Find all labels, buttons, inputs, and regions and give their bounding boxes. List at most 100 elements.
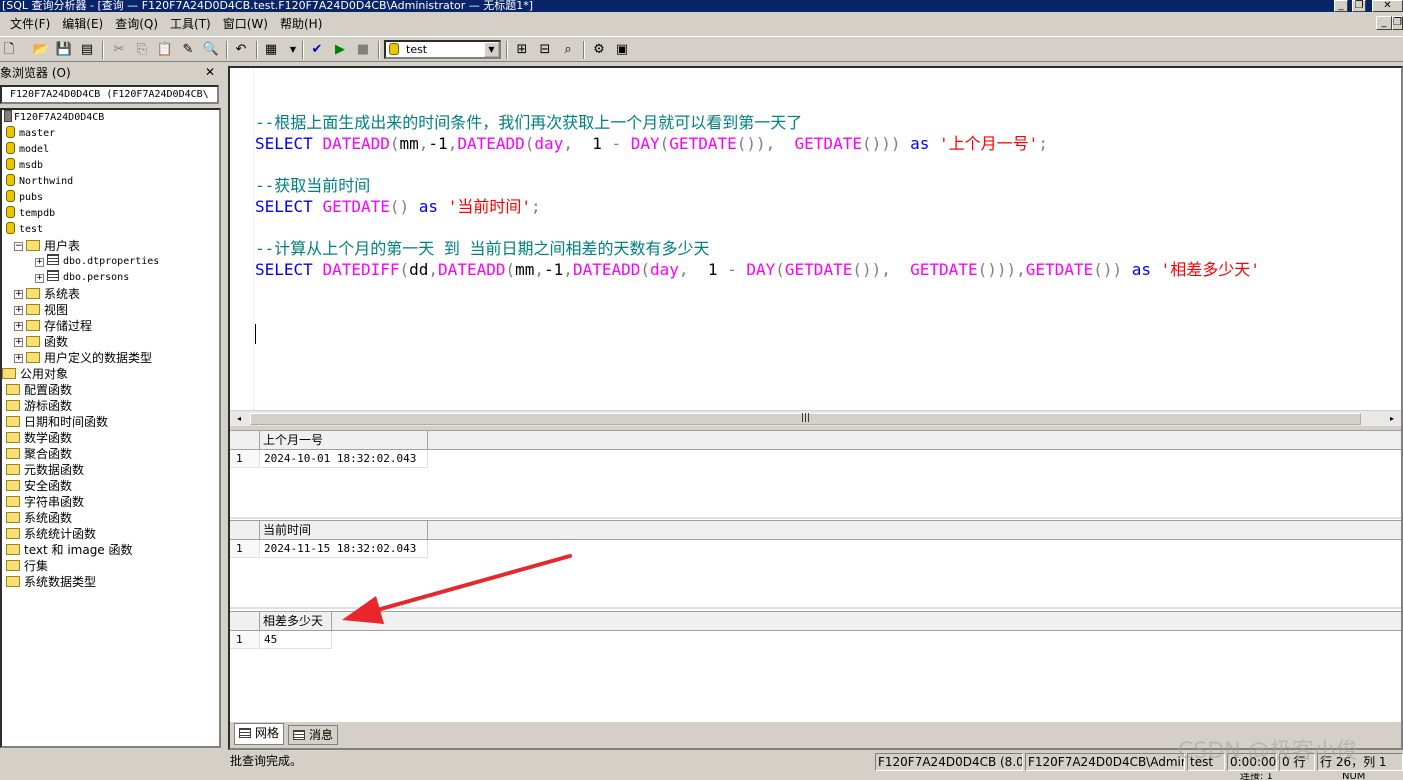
- cancel-query-icon[interactable]: ■: [354, 41, 372, 59]
- table-cell[interactable]: 2024-10-01 18:32:02.043: [261, 450, 428, 468]
- expand-icon[interactable]: +: [14, 322, 23, 331]
- tree-common-object-item[interactable]: 系统统计函数: [6, 526, 96, 542]
- minimize-button[interactable]: _: [1334, 0, 1348, 12]
- close-button[interactable]: ✕: [1372, 0, 1403, 12]
- mdi-restore-button[interactable]: ❐: [1392, 16, 1403, 30]
- tree-common-object-item[interactable]: 系统函数: [6, 510, 72, 526]
- insert-template-icon[interactable]: ▤: [78, 41, 96, 59]
- grid-splitter[interactable]: [230, 517, 1401, 519]
- tree-common-object-item[interactable]: 行集: [6, 558, 48, 574]
- tree-database-test[interactable]: test: [6, 222, 43, 238]
- tree-common-object-item[interactable]: 配置函数: [6, 382, 72, 398]
- editor-horizontal-scrollbar[interactable]: ◂ ||| ▸: [230, 410, 1401, 426]
- object-search-icon[interactable]: ⌕: [559, 41, 577, 59]
- current-connection-properties-icon[interactable]: ⚙: [590, 41, 608, 59]
- maximize-button[interactable]: ❐: [1352, 0, 1366, 12]
- tree-common-object-item[interactable]: 系统数据类型: [6, 574, 96, 590]
- tree-common-objects[interactable]: 公用对象: [2, 366, 68, 382]
- menu-help[interactable]: 帮助(H): [274, 14, 328, 34]
- find-icon[interactable]: 🔍: [202, 41, 220, 59]
- tree-folder-item[interactable]: + 系统表: [14, 286, 80, 302]
- expand-icon[interactable]: +: [35, 274, 44, 283]
- undo-icon[interactable]: ↶: [232, 41, 250, 59]
- table-cell[interactable]: 45: [261, 631, 332, 649]
- object-browser-toggle-icon[interactable]: ⊟: [536, 41, 554, 59]
- copy-icon[interactable]: ⎘: [133, 41, 151, 59]
- code-line[interactable]: [255, 217, 1260, 238]
- code-line[interactable]: SELECT GETDATE() as '当前时间';: [255, 196, 1260, 217]
- table-row[interactable]: 1 2024-10-01 18:32:02.043: [230, 450, 1401, 469]
- tab-grid[interactable]: 网格: [234, 723, 285, 745]
- tree-common-object-item[interactable]: 字符串函数: [6, 494, 84, 510]
- expand-icon[interactable]: +: [14, 354, 23, 363]
- results-mode-icon[interactable]: ▦: [262, 41, 280, 59]
- chevron-down-icon[interactable]: ▼: [484, 42, 499, 57]
- tab-messages[interactable]: 消息: [288, 725, 339, 745]
- menu-edit[interactable]: 编辑(E): [56, 14, 109, 34]
- grid-splitter[interactable]: [230, 607, 1401, 609]
- tree-common-object-item[interactable]: 聚合函数: [6, 446, 72, 462]
- tree-database-tempdb[interactable]: tempdb: [6, 206, 55, 222]
- parse-query-icon[interactable]: ✔: [308, 41, 326, 59]
- table-row[interactable]: 1 2024-11-15 18:32:02.043: [230, 540, 1401, 559]
- tree-folder-item[interactable]: + 存储过程: [14, 318, 92, 334]
- tree-folder-item[interactable]: + 用户定义的数据类型: [14, 350, 152, 366]
- menu-tools[interactable]: 工具(T): [164, 14, 217, 34]
- tree-database-model[interactable]: model: [6, 142, 49, 158]
- column-header[interactable]: 上个月一号: [261, 431, 428, 450]
- tree-server-node[interactable]: F120F7A24D0D4CB: [4, 110, 104, 126]
- tree-folder-item[interactable]: + 视图: [14, 302, 68, 318]
- expand-icon[interactable]: +: [35, 258, 44, 267]
- table-row[interactable]: 1 45: [230, 631, 1401, 650]
- code-line[interactable]: SELECT DATEADD(mm,-1,DATEADD(day, 1 - DA…: [255, 133, 1260, 154]
- code-line[interactable]: --计算从上个月的第一天 到 当前日期之间相差的天数有多少天: [255, 238, 1260, 259]
- tree-common-object-item[interactable]: 元数据函数: [6, 462, 84, 478]
- sql-code[interactable]: --根据上面生成出来的时间条件，我们再次获取上一个月就可以看到第一天了 SELEC…: [255, 112, 1260, 280]
- cut-icon[interactable]: ✂: [110, 41, 128, 59]
- scroll-left-icon[interactable]: ◂: [232, 413, 246, 425]
- tree-table-item[interactable]: + dbo.persons: [35, 270, 129, 286]
- new-query-icon[interactable]: 🗋: [0, 41, 18, 59]
- expand-icon[interactable]: +: [14, 338, 23, 347]
- code-line[interactable]: --根据上面生成出来的时间条件，我们再次获取上一个月就可以看到第一天了: [255, 112, 1260, 133]
- scrollbar-thumb[interactable]: |||: [250, 413, 1361, 425]
- show-results-pane-icon[interactable]: ▣: [613, 41, 631, 59]
- tree-database-msdb[interactable]: msdb: [6, 158, 43, 174]
- tree-folder-item[interactable]: + 函数: [14, 334, 68, 350]
- mdi-minimize-button[interactable]: _: [1376, 16, 1392, 30]
- column-header[interactable]: 当前时间: [261, 521, 428, 540]
- code-line[interactable]: [255, 154, 1260, 175]
- paste-icon[interactable]: 📋: [156, 41, 174, 59]
- table-cell[interactable]: 2024-11-15 18:32:02.043: [261, 540, 428, 558]
- database-select[interactable]: test ▼: [384, 40, 501, 59]
- tree-common-object-item[interactable]: 数学函数: [6, 430, 72, 446]
- close-icon[interactable]: ✕: [203, 66, 217, 80]
- collapse-icon[interactable]: −: [14, 242, 23, 251]
- tree-folder-user-tables[interactable]: − 用户表: [14, 238, 80, 254]
- save-icon[interactable]: 💾: [55, 41, 73, 59]
- tree-database-master[interactable]: master: [6, 126, 55, 142]
- tree-common-object-item[interactable]: 日期和时间函数: [6, 414, 108, 430]
- sql-editor[interactable]: --根据上面生成出来的时间条件，我们再次获取上一个月就可以看到第一天了 SELEC…: [230, 68, 1401, 410]
- menu-query[interactable]: 查询(Q): [109, 14, 164, 34]
- expand-icon[interactable]: +: [14, 290, 23, 299]
- show-execution-plan-icon[interactable]: ⊞: [513, 41, 531, 59]
- server-select[interactable]: F120F7A24D0D4CB (F120F7A24D0D4CB\: [0, 85, 219, 104]
- menu-file[interactable]: 文件(F): [4, 14, 56, 34]
- scroll-right-icon[interactable]: ▸: [1385, 413, 1399, 425]
- result-grid-2[interactable]: 当前时间 1 2024-11-15 18:32:02.043: [230, 520, 1401, 607]
- execute-query-icon[interactable]: ▶: [331, 41, 349, 59]
- code-line[interactable]: --获取当前时间: [255, 175, 1260, 196]
- menu-window[interactable]: 窗口(W): [217, 14, 274, 34]
- tree-database-northwind[interactable]: Northwind: [6, 174, 73, 190]
- result-grid-3[interactable]: 相差多少天 1 45: [230, 611, 1401, 722]
- expand-icon[interactable]: +: [14, 306, 23, 315]
- code-line[interactable]: SELECT DATEDIFF(dd,DATEADD(mm,-1,DATEADD…: [255, 259, 1260, 280]
- tree-common-object-item[interactable]: text 和 image 函数: [6, 542, 133, 558]
- tree-common-object-item[interactable]: 安全函数: [6, 478, 72, 494]
- clear-window-icon[interactable]: ✎: [179, 41, 197, 59]
- tree-table-item[interactable]: + dbo.dtproperties: [35, 254, 159, 270]
- tree-common-object-item[interactable]: 游标函数: [6, 398, 72, 414]
- tree-database-pubs[interactable]: pubs: [6, 190, 43, 206]
- result-grid-1[interactable]: 上个月一号 1 2024-10-01 18:32:02.043: [230, 430, 1401, 517]
